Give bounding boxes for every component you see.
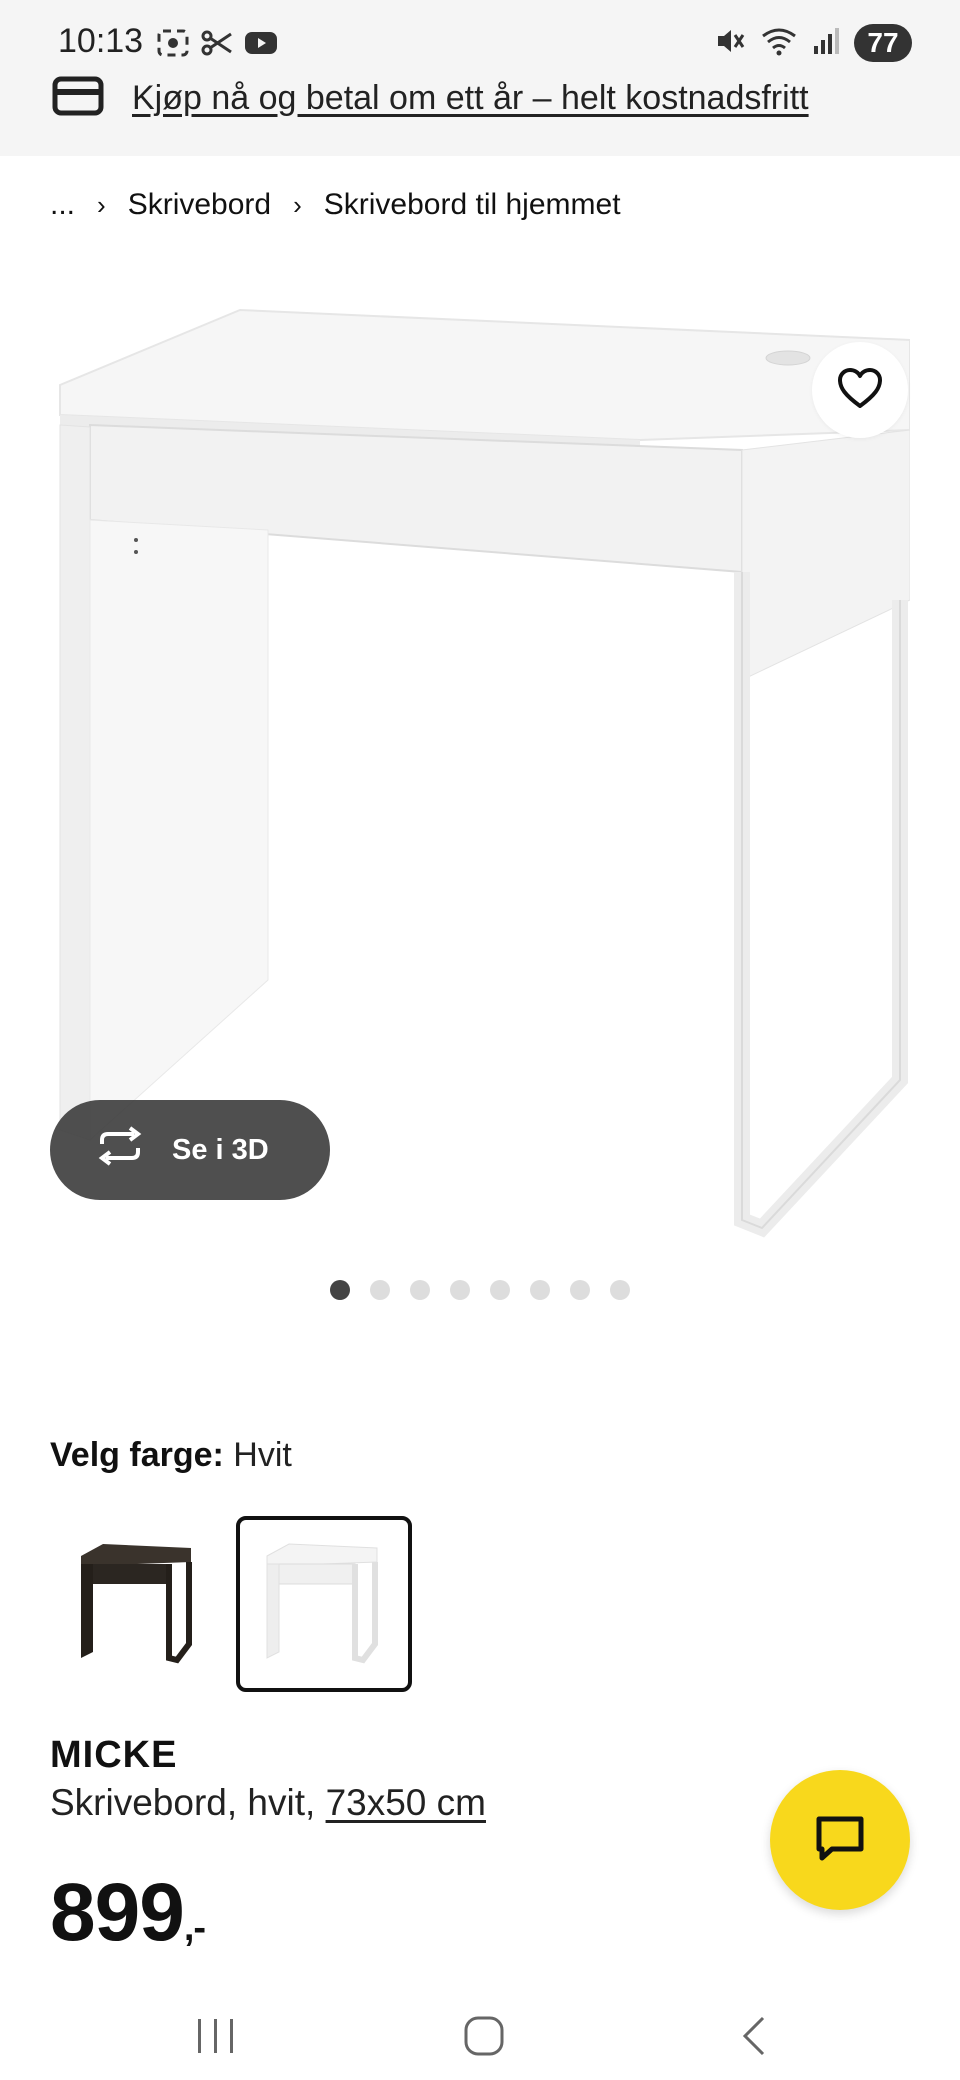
product-image[interactable] <box>50 300 911 1240</box>
system-nav-bar <box>0 1980 960 2080</box>
view-3d-button[interactable]: Se i 3D <box>50 1100 330 1200</box>
breadcrumb-ellipsis[interactable]: ... <box>50 188 75 222</box>
home-button[interactable] <box>444 1996 524 2076</box>
signal-icon <box>812 26 840 61</box>
color-swatch-white[interactable] <box>236 1516 412 1692</box>
breadcrumb: ... › Skrivebord › Skrivebord til hjemme… <box>50 188 621 222</box>
chevron-right-icon: › <box>97 189 106 220</box>
top-area: 10:13 77 Kjøp nå og betal om ett år – he… <box>0 0 960 156</box>
carousel-dot[interactable] <box>610 1280 630 1300</box>
screenshot-icon <box>156 28 190 63</box>
chat-icon <box>814 1814 866 1867</box>
banner-link[interactable]: Kjøp nå og betal om ett år – helt kostna… <box>132 79 809 118</box>
carousel-dot[interactable] <box>330 1280 350 1300</box>
favorite-button[interactable] <box>812 342 908 438</box>
mute-icon <box>714 26 746 61</box>
product-price: 899,- <box>50 1866 206 1960</box>
status-time: 10:13 <box>58 22 144 60</box>
recent-apps-button[interactable] <box>176 1996 256 2076</box>
status-right-icons: 77 <box>714 24 912 62</box>
color-label: Velg farge: Hvit <box>50 1436 292 1475</box>
price-suffix: ,- <box>183 1907 206 1949</box>
carousel-dot[interactable] <box>370 1280 390 1300</box>
youtube-icon <box>244 29 278 62</box>
color-swatch-black-brown[interactable] <box>50 1516 226 1692</box>
breadcrumb-item-skrivebord[interactable]: Skrivebord <box>128 188 271 222</box>
carousel-dot[interactable] <box>410 1280 430 1300</box>
chevron-right-icon: › <box>293 189 302 220</box>
product-dimensions-link[interactable]: 73x50 cm <box>326 1782 486 1823</box>
payment-banner[interactable]: Kjøp nå og betal om ett år – helt kostna… <box>52 70 809 126</box>
product-description: Skrivebord, hvit, 73x50 cm <box>50 1782 486 1824</box>
breadcrumb-item-hjemmet[interactable]: Skrivebord til hjemmet <box>324 188 621 222</box>
product-name: MICKE <box>50 1734 178 1776</box>
color-value: Hvit <box>233 1436 292 1474</box>
color-label-heading: Velg farge: <box>50 1436 224 1474</box>
carousel-dot[interactable] <box>570 1280 590 1300</box>
product-type: Skrivebord, hvit, <box>50 1782 316 1823</box>
chat-button[interactable] <box>770 1770 910 1910</box>
carousel-dot[interactable] <box>490 1280 510 1300</box>
back-button[interactable] <box>714 1996 794 2076</box>
credit-card-icon <box>52 76 104 121</box>
carousel-dot[interactable] <box>530 1280 550 1300</box>
wifi-icon <box>760 26 798 61</box>
carousel-dots <box>330 1280 630 1300</box>
scissors-icon <box>200 28 234 63</box>
price-value: 899 <box>50 1867 185 1958</box>
view-3d-label: Se i 3D <box>172 1133 269 1166</box>
rotate-icon <box>94 1126 146 1174</box>
heart-icon <box>837 367 883 413</box>
carousel-dot[interactable] <box>450 1280 470 1300</box>
battery-badge: 77 <box>854 24 912 62</box>
status-left-icons <box>156 28 278 63</box>
